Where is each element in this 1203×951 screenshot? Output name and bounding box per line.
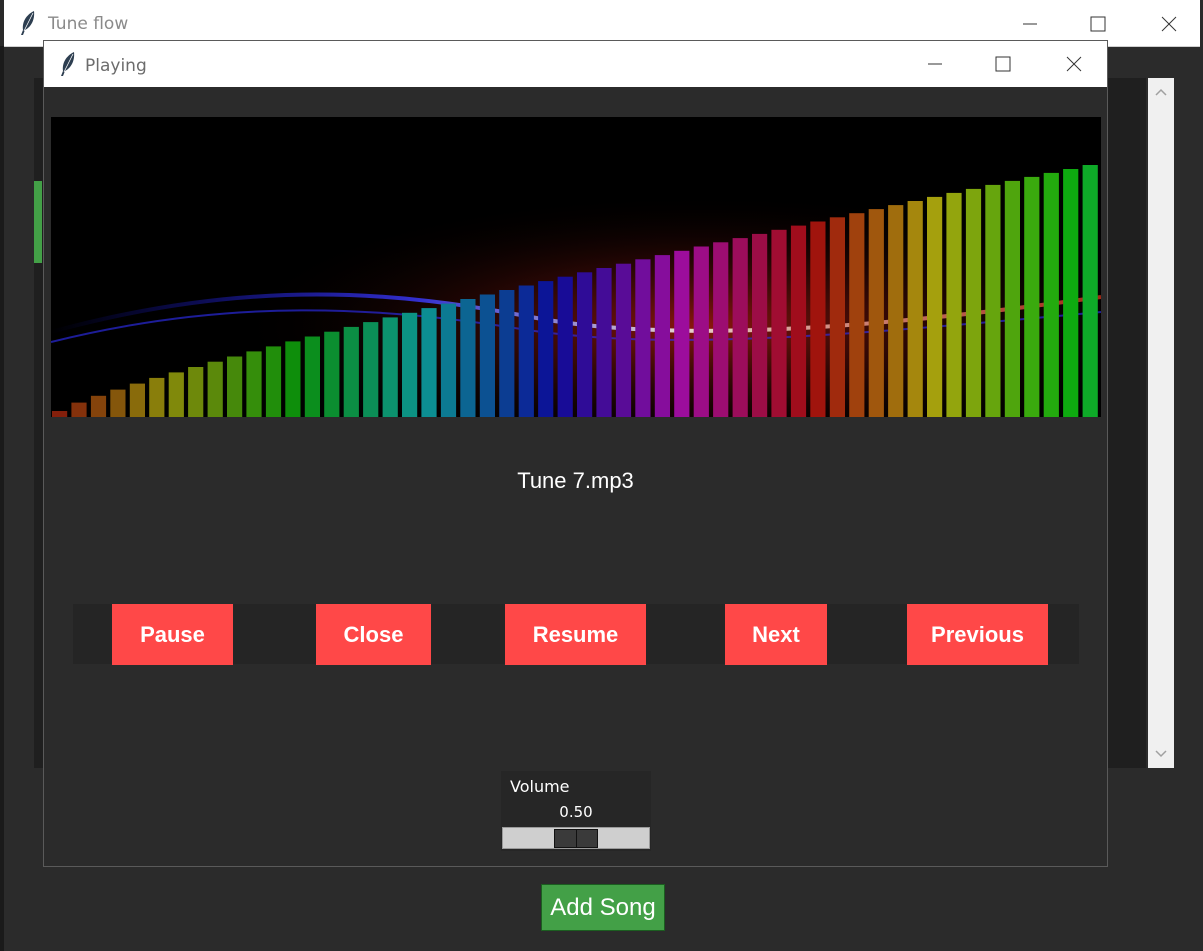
equalizer-bar xyxy=(1024,176,1040,417)
equalizer-bar xyxy=(460,299,476,417)
equalizer-bar xyxy=(324,331,340,417)
volume-slider[interactable] xyxy=(502,827,650,849)
equalizer-bar xyxy=(732,238,748,417)
next-button[interactable]: Next xyxy=(725,604,827,665)
close-button[interactable]: Close xyxy=(316,604,431,665)
equalizer-bar xyxy=(440,303,457,417)
equalizer-bar xyxy=(421,308,437,417)
playing-window-titlebar[interactable]: Playing xyxy=(44,41,1107,87)
playback-controls: Pause Close Resume Next Previous xyxy=(73,604,1079,665)
equalizer-bar xyxy=(693,246,709,417)
equalizer-bar xyxy=(985,184,1001,417)
equalizer-bar xyxy=(596,268,612,417)
equalizer-bar xyxy=(771,229,787,417)
equalizer-bar xyxy=(752,233,768,417)
equalizer-bar xyxy=(927,196,943,417)
equalizer-bar xyxy=(635,259,651,417)
equalizer-bar xyxy=(188,367,204,417)
scroll-down-icon[interactable] xyxy=(1155,750,1167,758)
feather-icon xyxy=(21,11,35,35)
maximize-icon[interactable] xyxy=(1086,12,1110,36)
equalizer-bar xyxy=(149,377,165,417)
equalizer-bar xyxy=(1043,172,1059,417)
equalizer-bar xyxy=(479,294,495,417)
equalizer-bar xyxy=(829,217,845,417)
equalizer-bar xyxy=(499,290,515,417)
equalizer-bar xyxy=(790,225,807,417)
equalizer-bar xyxy=(363,322,379,417)
equalizer-bar xyxy=(246,351,262,417)
playing-window: Playing Tune 7.mp3 Pause Close Resume Ne… xyxy=(43,40,1108,867)
playing-window-title: Playing xyxy=(85,56,147,76)
equalizer-bar xyxy=(965,188,982,417)
equalizer-bar xyxy=(129,383,145,417)
equalizer-bar xyxy=(615,263,632,417)
close-icon[interactable] xyxy=(1062,52,1086,76)
equalizer-bar xyxy=(888,205,904,417)
pause-button[interactable]: Pause xyxy=(112,604,233,665)
equalizer-bar xyxy=(674,250,690,417)
add-song-button[interactable]: Add Song xyxy=(541,884,665,931)
equalizer-bar xyxy=(557,276,573,417)
equalizer-bar xyxy=(110,389,126,417)
minimize-icon[interactable] xyxy=(1018,12,1042,36)
equalizer-bar xyxy=(538,281,554,417)
equalizer-bar xyxy=(52,411,68,417)
close-icon[interactable] xyxy=(1157,12,1181,36)
previous-button[interactable]: Previous xyxy=(907,604,1048,665)
scroll-up-icon[interactable] xyxy=(1155,88,1167,96)
equalizer-bar xyxy=(810,221,826,417)
equalizer-bar xyxy=(90,395,107,417)
equalizer-bar xyxy=(168,372,184,417)
equalizer-bar xyxy=(207,361,223,417)
equalizer-bar xyxy=(402,312,418,417)
maximize-icon[interactable] xyxy=(991,52,1015,76)
equalizer-bar xyxy=(343,326,359,417)
equalizer-bar xyxy=(713,242,729,417)
scrollbar[interactable] xyxy=(1148,78,1174,768)
equalizer-bar xyxy=(265,346,282,417)
selected-song-indicator xyxy=(34,181,42,263)
equalizer-bar xyxy=(304,336,320,417)
track-name: Tune 7.mp3 xyxy=(517,468,634,493)
volume-control: Volume 0.50 xyxy=(501,771,651,851)
equalizer-bar xyxy=(285,341,301,417)
equalizer-bar xyxy=(1082,165,1098,417)
equalizer-bar xyxy=(849,213,865,417)
equalizer-bar xyxy=(227,356,243,417)
volume-slider-thumb[interactable] xyxy=(554,829,598,848)
resume-button[interactable]: Resume xyxy=(505,604,646,665)
equalizer-bar xyxy=(1063,169,1079,417)
equalizer-bar xyxy=(518,285,534,417)
equalizer-bar xyxy=(946,192,962,417)
minimize-icon[interactable] xyxy=(923,52,947,76)
equalizer-bar xyxy=(382,317,398,417)
equalizer-bar xyxy=(654,255,670,417)
equalizer-artwork xyxy=(51,117,1101,417)
equalizer-bar xyxy=(907,201,923,417)
equalizer-bar xyxy=(868,209,884,417)
volume-value: 0.50 xyxy=(559,803,593,821)
equalizer-bar xyxy=(577,272,593,417)
equalizer-bar xyxy=(71,402,87,417)
feather-icon xyxy=(61,52,75,76)
volume-label: Volume xyxy=(510,777,570,796)
main-window-title: Tune flow xyxy=(48,14,129,34)
equalizer-bar xyxy=(1004,180,1020,417)
